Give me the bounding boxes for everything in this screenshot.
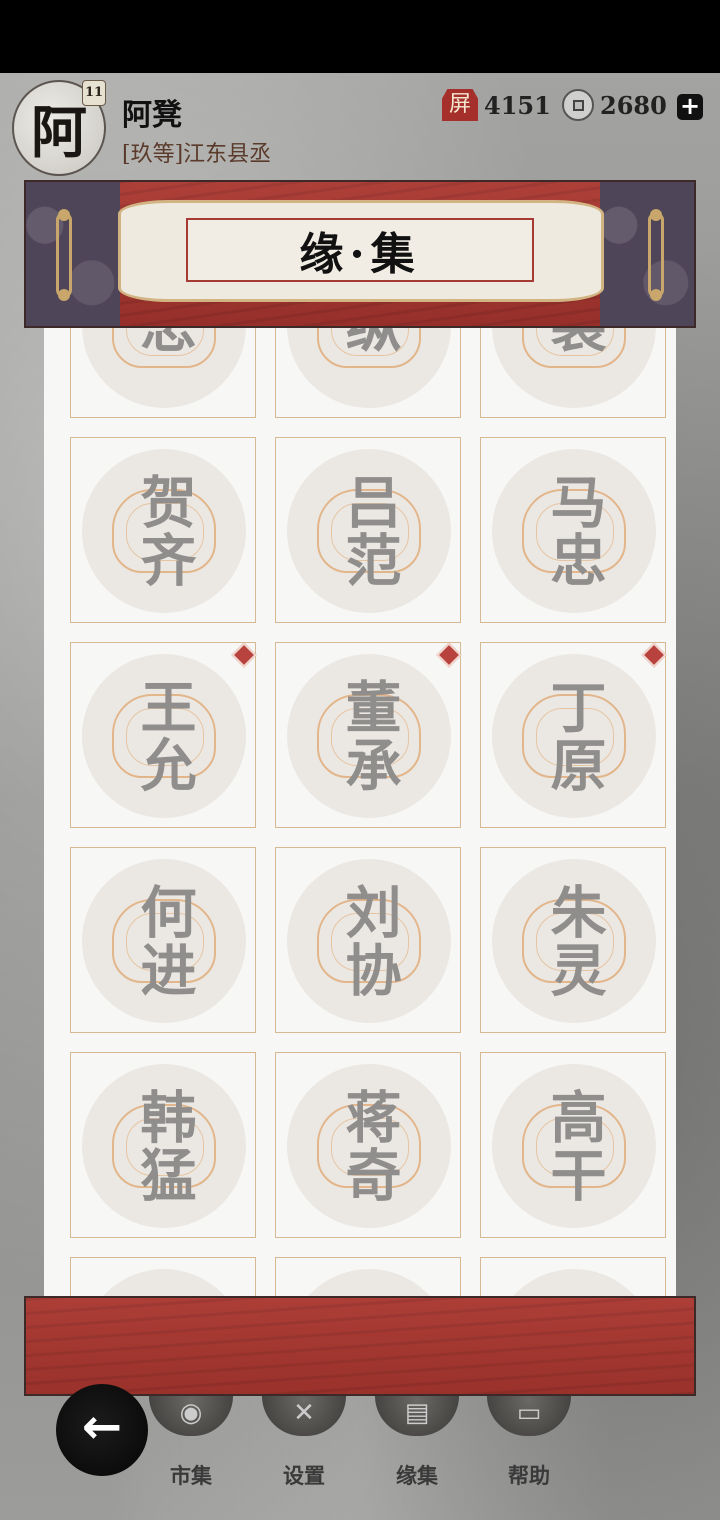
title-frame: 缘·集	[186, 218, 534, 282]
card-name: 何进	[131, 883, 197, 999]
card-medallion: 纵	[287, 328, 451, 408]
card-name: 刘协	[336, 883, 402, 999]
back-button[interactable]: ←	[56, 1384, 148, 1476]
collection-card[interactable]: 忠	[70, 328, 256, 418]
nav-label-collection: 缘集	[396, 1463, 438, 1488]
collection-card[interactable]: 高干	[480, 1052, 666, 1238]
nav-label-market: 市集	[170, 1463, 212, 1488]
nav-label-settings: 设置	[283, 1463, 325, 1488]
collection-card[interactable]: 张	[70, 1257, 256, 1296]
collection-card[interactable]: 吕范	[275, 437, 461, 623]
card-medallion: 马忠	[492, 449, 656, 613]
collection-card[interactable]: 马忠	[480, 437, 666, 623]
card-medallion: 丁原	[492, 654, 656, 818]
scroll-top-roller: 缘·集	[24, 180, 696, 328]
fort-icon: 屏	[442, 89, 478, 121]
collection-card[interactable]: 蒋奇	[275, 1052, 461, 1238]
card-medallion: 裘	[492, 328, 656, 408]
market-icon: ◉	[149, 1396, 233, 1436]
coin-value: 2680	[600, 90, 667, 120]
collection-icon: ▤	[375, 1396, 459, 1436]
roller-end-right	[600, 182, 694, 326]
card-name: 裘	[541, 328, 607, 355]
collection-paper[interactable]: 忠 纵 裘贺齐 吕范 马忠王允 董承 丁原何进 刘协 朱灵韩猛 蒋奇 高干张 胡 张	[44, 328, 676, 1296]
card-medallion: 张	[492, 1269, 656, 1296]
card-name: 董承	[336, 678, 402, 794]
player-rank: [玖等]江东县丞	[122, 142, 272, 167]
collection-card[interactable]: 张	[480, 1257, 666, 1296]
nav-label-help: 帮助	[508, 1463, 550, 1488]
card-medallion: 贺齐	[82, 449, 246, 613]
fort-value: 4151	[484, 90, 551, 120]
collection-card[interactable]: 韩猛	[70, 1052, 256, 1238]
collection-card[interactable]: 刘协	[275, 847, 461, 1033]
card-medallion: 王允	[82, 654, 246, 818]
coin-resource: 2680	[562, 88, 667, 122]
card-name: 朱灵	[541, 883, 607, 999]
help-icon: ▭	[487, 1396, 571, 1436]
collection-card[interactable]: 朱灵	[480, 847, 666, 1033]
level-badge: 11	[82, 80, 106, 106]
scroll-bottom-roller	[24, 1296, 696, 1396]
nav-market[interactable]: ◉ 市集	[146, 1396, 236, 1496]
card-medallion: 何进	[82, 859, 246, 1023]
nav-collection[interactable]: ▤ 缘集	[372, 1396, 462, 1496]
clasp-icon	[56, 209, 72, 301]
coin-icon	[562, 89, 594, 121]
card-medallion: 忠	[82, 328, 246, 408]
card-medallion: 董承	[287, 654, 451, 818]
collection-card[interactable]: 胡	[275, 1257, 461, 1296]
card-medallion: 吕范	[287, 449, 451, 613]
player-name: 阿凳	[122, 98, 182, 133]
card-name: 忠	[131, 328, 197, 355]
card-medallion: 刘协	[287, 859, 451, 1023]
collection-card[interactable]: 纵	[275, 328, 461, 418]
settings-icon: ✕	[262, 1396, 346, 1436]
add-currency-button[interactable]: +	[677, 94, 703, 120]
card-medallion: 朱灵	[492, 859, 656, 1023]
collection-card[interactable]: 王允	[70, 642, 256, 828]
card-medallion: 高干	[492, 1064, 656, 1228]
card-name: 贺齐	[131, 473, 197, 589]
card-name: 吕范	[336, 473, 402, 589]
clasp-icon	[648, 209, 664, 301]
nav-help[interactable]: ▭ 帮助	[484, 1396, 574, 1496]
card-name: 纵	[336, 328, 402, 355]
scroll-title: 缘·集	[299, 229, 421, 280]
back-arrow-icon: ←	[81, 1399, 123, 1455]
collection-card[interactable]: 何进	[70, 847, 256, 1033]
card-name: 马忠	[541, 473, 607, 589]
card-name: 高干	[541, 1088, 607, 1204]
card-medallion: 韩猛	[82, 1064, 246, 1228]
collection-card[interactable]: 丁原	[480, 642, 666, 828]
card-name: 丁原	[541, 678, 607, 794]
card-name: 韩猛	[131, 1088, 197, 1204]
fort-resource: 屏 4151	[442, 88, 551, 122]
card-medallion: 张	[82, 1269, 246, 1296]
status-bar	[0, 0, 720, 73]
card-name: 蒋奇	[336, 1088, 402, 1204]
collection-card[interactable]: 贺齐	[70, 437, 256, 623]
roller-end-left	[26, 182, 120, 326]
collection-card[interactable]: 董承	[275, 642, 461, 828]
card-name: 王允	[131, 678, 197, 794]
card-medallion: 蒋奇	[287, 1064, 451, 1228]
nav-settings[interactable]: ✕ 设置	[259, 1396, 349, 1496]
collection-card[interactable]: 裘	[480, 328, 666, 418]
avatar-char: 阿	[31, 99, 87, 166]
card-medallion: 胡	[287, 1269, 451, 1296]
